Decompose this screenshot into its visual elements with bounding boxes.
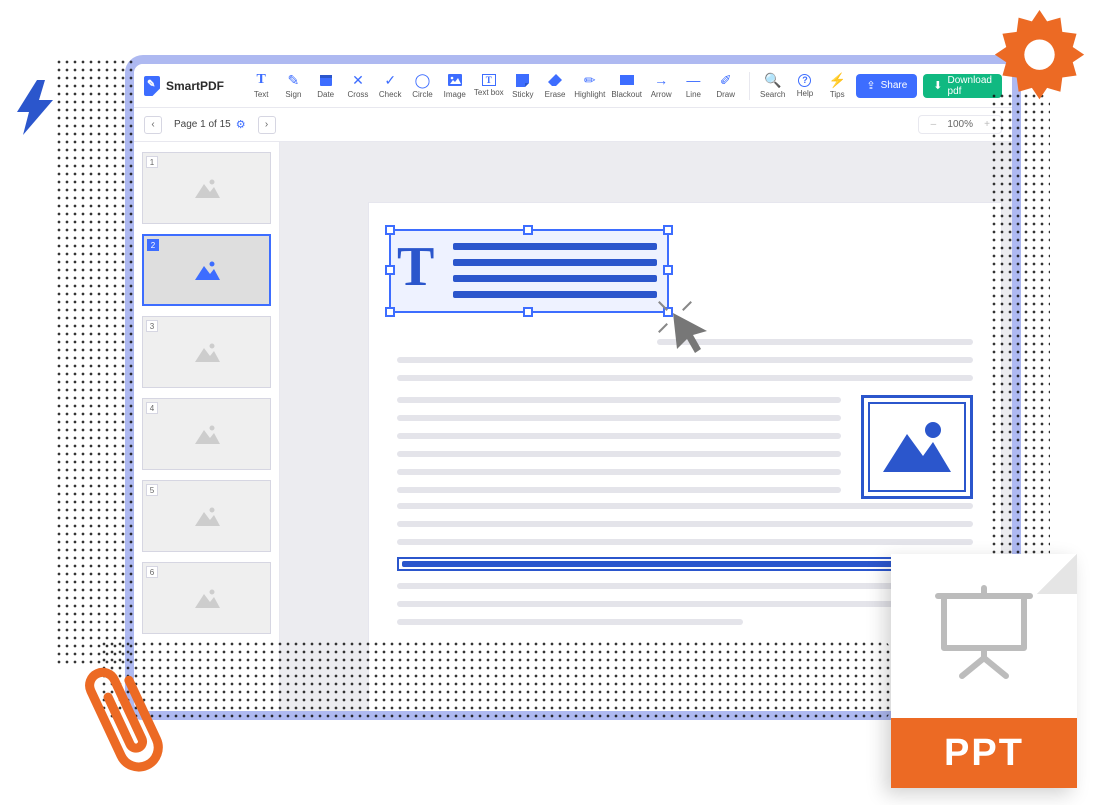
page-next-button[interactable]: › [258, 116, 276, 134]
app-window: SmartPDF TText ✎Sign Date ✕Cross ✓Check … [125, 55, 1021, 720]
tool-erase[interactable]: Erase [542, 72, 568, 99]
thumbnail-sidebar: 1 2 3 4 5 6 [134, 142, 280, 711]
tool-circle[interactable]: ◯Circle [409, 72, 435, 99]
thumbnail-2[interactable]: 2 [142, 234, 271, 306]
page-indicator: Page 1 of 15 [174, 119, 231, 130]
tool-sticky[interactable]: Sticky [510, 72, 536, 99]
sign-icon: ✎ [285, 72, 301, 88]
image-placeholder[interactable] [861, 395, 973, 499]
resize-handle[interactable] [663, 225, 673, 235]
brand: SmartPDF [144, 76, 224, 96]
share-icon: ⇪ [866, 79, 875, 92]
highlight-icon: ✏ [582, 72, 598, 88]
draw-icon: ✐ [718, 72, 734, 88]
presentation-board-icon [934, 584, 1034, 680]
resize-handle[interactable] [385, 225, 395, 235]
zoom-out-button[interactable]: – [927, 119, 939, 130]
circle-icon: ◯ [414, 72, 430, 88]
tool-help[interactable]: ?Help [792, 74, 818, 98]
blackout-icon [619, 72, 635, 88]
page-prev-button[interactable]: ‹ [144, 116, 162, 134]
pager: ‹ Page 1 of 15 ⚙ › [144, 116, 276, 134]
tips-icon: ⚡ [829, 72, 845, 88]
tool-tips[interactable]: ⚡Tips [824, 72, 850, 99]
brand-name: SmartPDF [166, 79, 224, 93]
toolbar-separator [749, 72, 750, 100]
tool-sign[interactable]: ✎Sign [280, 72, 306, 99]
sticky-icon [515, 72, 531, 88]
thumbnail-1[interactable]: 1 [142, 152, 271, 224]
text-selection-box[interactable]: T [389, 229, 669, 313]
resize-handle[interactable] [663, 265, 673, 275]
tool-line[interactable]: —Line [680, 72, 706, 99]
help-icon: ? [798, 74, 811, 87]
gear-icon [992, 10, 1087, 105]
search-icon: 🔍 [765, 72, 781, 88]
tool-text[interactable]: TText [248, 72, 274, 99]
line-selection[interactable] [397, 557, 973, 571]
text-icon-large: T [397, 235, 434, 299]
text-icon: T [253, 72, 269, 88]
decorative-dots-right [990, 92, 1050, 592]
thumbnail-6[interactable]: 6 [142, 562, 271, 634]
arrow-icon: → [653, 72, 669, 88]
resize-handle[interactable] [523, 307, 533, 317]
page-settings-icon[interactable]: ⚙ [236, 118, 246, 131]
tool-image[interactable]: Image [442, 72, 468, 99]
tool-textbox[interactable]: TText box [474, 74, 504, 97]
zoom-value: 100% [947, 119, 973, 130]
tool-cross[interactable]: ✕Cross [345, 72, 371, 99]
resize-handle[interactable] [523, 225, 533, 235]
resize-handle[interactable] [385, 307, 395, 317]
textbox-icon: T [482, 74, 496, 86]
thumbnail-3[interactable]: 3 [142, 316, 271, 388]
ppt-label: PPT [891, 718, 1077, 788]
cross-icon: ✕ [350, 72, 366, 88]
ppt-file-icon: PPT [891, 554, 1077, 788]
subtoolbar: ‹ Page 1 of 15 ⚙ › – 100% + [134, 108, 1012, 142]
tool-date[interactable]: Date [313, 72, 339, 99]
download-button[interactable]: ⬇Download pdf [923, 74, 1002, 98]
tool-check[interactable]: ✓Check [377, 72, 403, 99]
tool-highlight[interactable]: ✏Highlight [574, 72, 605, 99]
share-button[interactable]: ⇪Share [856, 74, 917, 98]
thumbnail-5[interactable]: 5 [142, 480, 271, 552]
download-icon: ⬇ [933, 79, 942, 92]
decorative-dots-left [55, 58, 135, 668]
resize-handle[interactable] [385, 265, 395, 275]
cursor-icon [669, 311, 715, 357]
toolbar: SmartPDF TText ✎Sign Date ✕Cross ✓Check … [134, 64, 1012, 108]
check-icon: ✓ [382, 72, 398, 88]
decorative-dots-bottom [100, 640, 890, 720]
image-icon [447, 72, 463, 88]
tool-arrow[interactable]: →Arrow [648, 72, 674, 99]
bolt-icon [15, 80, 55, 135]
tool-draw[interactable]: ✐Draw [713, 72, 739, 99]
line-icon: — [685, 72, 701, 88]
calendar-icon [318, 72, 334, 88]
erase-icon [547, 72, 563, 88]
thumbnail-4[interactable]: 4 [142, 398, 271, 470]
brand-logo-icon [144, 76, 160, 96]
tool-blackout[interactable]: Blackout [611, 72, 642, 99]
tool-search[interactable]: 🔍Search [760, 72, 786, 99]
